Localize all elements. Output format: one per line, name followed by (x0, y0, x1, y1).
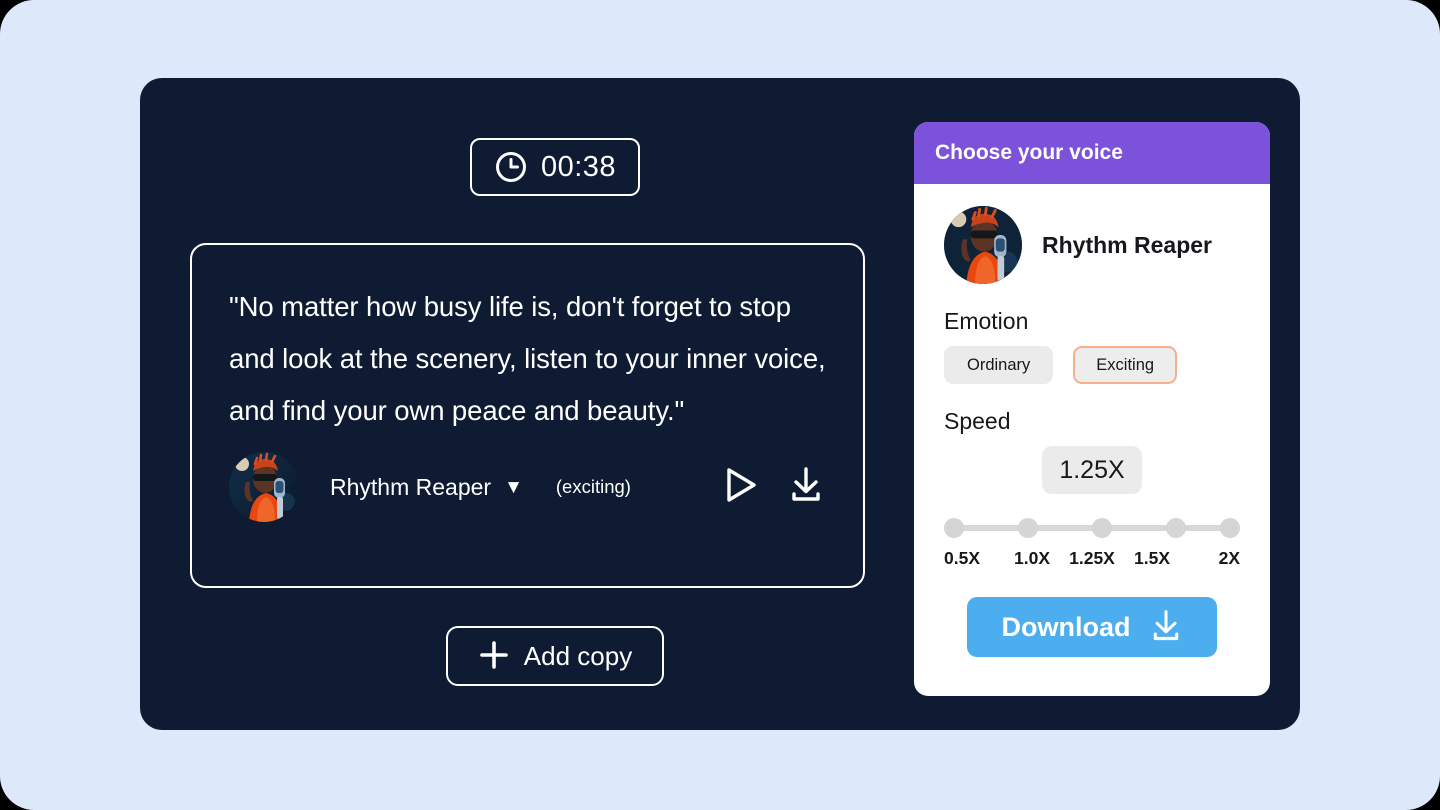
app-card: 00:38 "No matter how busy life is, don't… (140, 78, 1300, 730)
choose-voice-title: Choose your voice (935, 141, 1123, 164)
emotion-option-exciting[interactable]: Exciting (1073, 346, 1178, 384)
plus-icon (478, 639, 510, 674)
selected-voice-row[interactable]: Rhythm Reaper (944, 206, 1240, 284)
timer-value: 00:38 (540, 150, 617, 183)
speed-tick-0[interactable]: 0.5X (944, 548, 1000, 569)
player-emotion-label: (exciting) (555, 476, 631, 497)
speed-section-label: Speed (944, 408, 1011, 434)
choose-voice-panel: Choose your voice Rhythm Reaper Emotion … (914, 122, 1270, 696)
choose-voice-header: Choose your voice (914, 122, 1270, 184)
script-column: 00:38 "No matter how busy life is, don't… (190, 138, 920, 686)
speed-badge-wrap: 1.25X (944, 446, 1240, 494)
slider-dot-1[interactable] (1018, 518, 1038, 538)
slider-dot-0[interactable] (944, 518, 964, 538)
choose-voice-body: Rhythm Reaper Emotion Ordinary Exciting … (914, 184, 1270, 657)
script-text-card[interactable]: "No matter how busy life is, don't forge… (190, 243, 865, 588)
selected-voice-name: Rhythm Reaper (1042, 231, 1212, 258)
slider-dot-4[interactable] (1220, 518, 1240, 538)
speed-tick-3[interactable]: 1.5X (1124, 548, 1180, 569)
speed-tick-1[interactable]: 1.0X (1004, 548, 1060, 569)
download-button[interactable]: Download (967, 597, 1217, 657)
emotion-section-label: Emotion (944, 308, 1029, 334)
avatar (229, 452, 299, 522)
script-quote-text: "No matter how busy life is, don't forge… (229, 291, 826, 426)
emotion-options: Ordinary Exciting (944, 346, 1240, 384)
speed-tick-4[interactable]: 2X (1184, 548, 1240, 569)
clock-icon (494, 150, 528, 184)
player-voice-name[interactable]: Rhythm Reaper (330, 474, 491, 501)
slider-dot-2[interactable] (1092, 518, 1112, 538)
add-copy-button[interactable]: Add copy (446, 626, 664, 686)
speed-tick-2[interactable]: 1.25X (1064, 548, 1120, 569)
add-copy-label: Add copy (523, 640, 633, 671)
voice-player-row: Rhythm Reaper ▼ (exciting) (229, 449, 826, 525)
slider-dot-3[interactable] (1166, 518, 1186, 538)
play-icon[interactable] (724, 467, 758, 508)
player-actions (724, 466, 826, 509)
speed-value-badge: 1.25X (1042, 446, 1142, 494)
download-icon[interactable] (788, 466, 824, 509)
speed-slider[interactable] (944, 518, 1240, 538)
download-icon (1149, 609, 1183, 646)
timer-pill: 00:38 (470, 138, 640, 196)
chevron-down-icon[interactable]: ▼ (504, 478, 523, 497)
page-root: 00:38 "No matter how busy life is, don't… (0, 0, 1440, 810)
download-button-label: Download (1001, 611, 1131, 642)
avatar (944, 206, 1022, 284)
emotion-option-ordinary[interactable]: Ordinary (944, 346, 1054, 384)
speed-tick-labels: 0.5X 1.0X 1.25X 1.5X 2X (944, 548, 1240, 569)
